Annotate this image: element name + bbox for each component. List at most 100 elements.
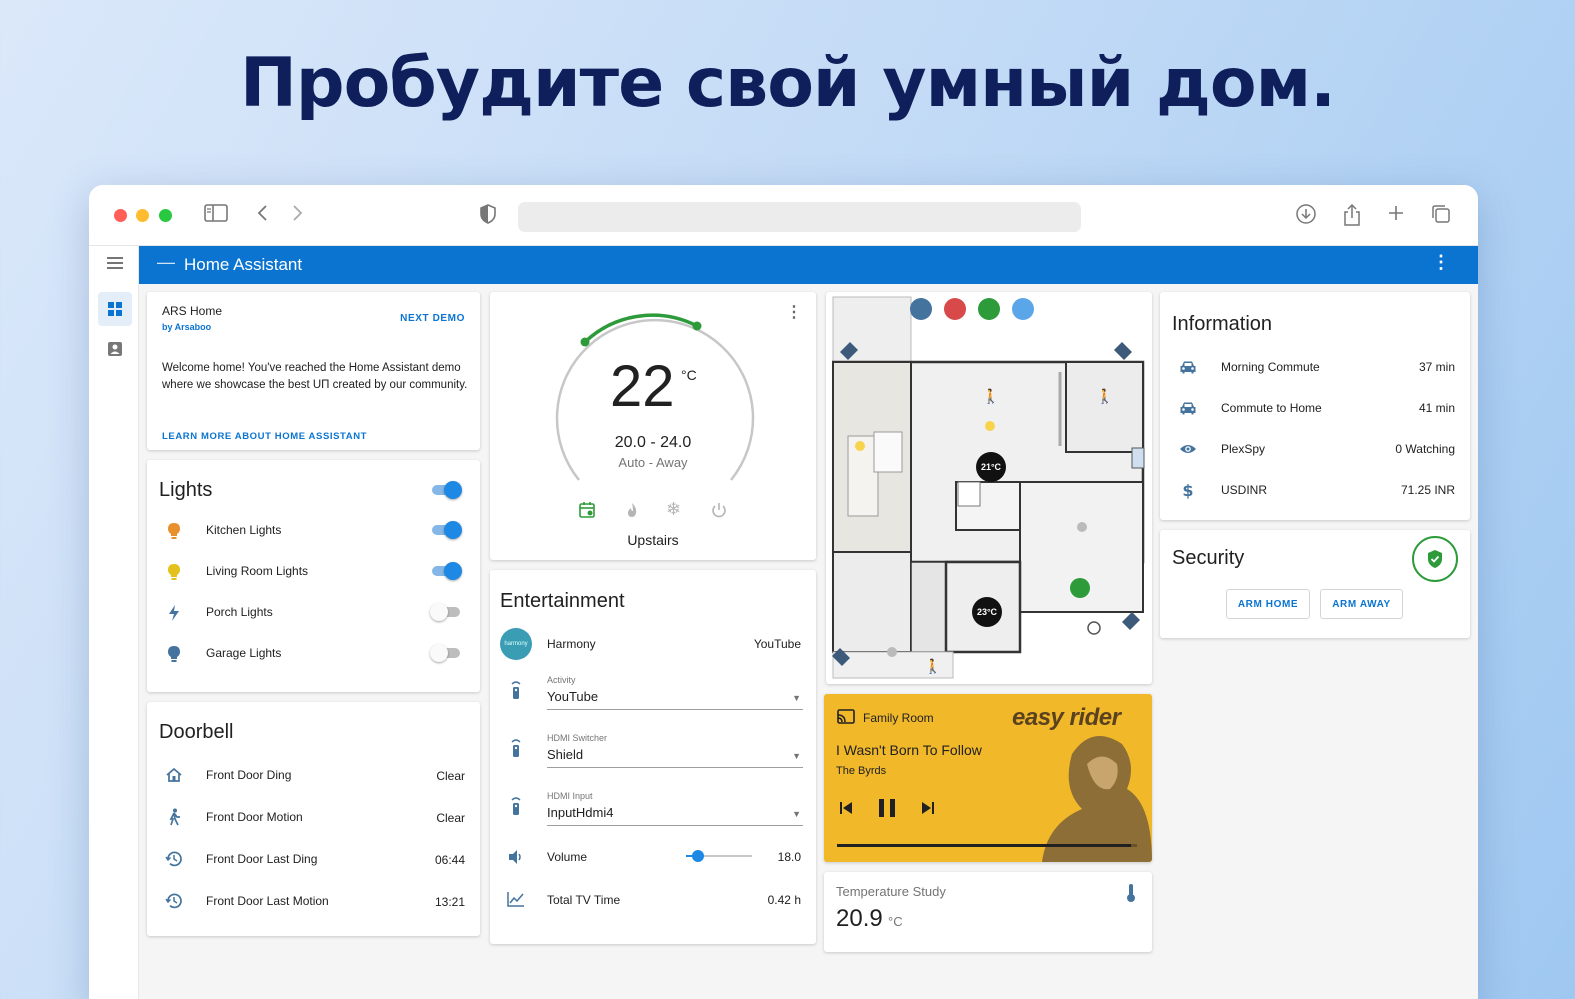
select-value: InputHdmi4: [547, 805, 614, 820]
light-toggle[interactable]: [430, 521, 462, 539]
volume-icon: [505, 846, 527, 868]
sidebar-toggle-icon[interactable]: [204, 203, 228, 229]
select-value: YouTube: [547, 689, 599, 704]
volume-slider[interactable]: [686, 846, 752, 866]
tv-time-value: 0.42 h: [767, 893, 801, 907]
volume-value: 18.0: [777, 850, 801, 864]
info-value: 71.25 INR: [1400, 483, 1455, 497]
temperature-study-card: Temperature Study 20.9 °C: [824, 872, 1152, 952]
calendar-avatar[interactable]: [944, 298, 966, 320]
motion-icon-3: 🚶: [924, 658, 942, 674]
light-toggle[interactable]: [430, 644, 462, 662]
car-icon: [1177, 397, 1199, 419]
select-field[interactable]: Activity YouTube ▼: [547, 675, 803, 711]
light-toggle[interactable]: [430, 603, 462, 621]
new-tab-icon[interactable]: [1386, 203, 1406, 229]
select-label: HDMI Input: [547, 791, 593, 801]
doorbell-value: 06:44: [434, 853, 465, 867]
arm-away-button[interactable]: ARM AWAY: [1320, 589, 1403, 619]
floorplan-card[interactable]: 21°C 23°C 🚶 🚶 🚶: [826, 292, 1152, 684]
forward-icon[interactable]: [290, 203, 304, 229]
share-icon[interactable]: [1342, 203, 1362, 233]
security-card: Security ARM HOME ARM AWAY: [1160, 530, 1470, 638]
tab-overview-icon[interactable]: [1430, 203, 1452, 231]
walk-icon: [163, 806, 185, 828]
lights-title: Lights: [159, 479, 213, 501]
history-icon: [163, 890, 185, 912]
temp-badge-upstairs[interactable]: 21°C: [976, 452, 1006, 482]
chart-line-icon: [505, 888, 527, 910]
security-title: Security: [1172, 547, 1245, 569]
temperature-study-value: 20.9: [836, 905, 883, 932]
lock-avatar[interactable]: [978, 298, 1000, 320]
info-value: 37 min: [1418, 360, 1455, 374]
close-window-button[interactable]: [114, 209, 127, 222]
security-status-indicator[interactable]: [1412, 536, 1458, 582]
select-underline: [547, 825, 803, 826]
remote-icon: [505, 679, 527, 701]
doorbell-value: Clear: [436, 769, 465, 783]
flash-icon: [163, 602, 185, 624]
pause-icon[interactable]: [876, 797, 898, 824]
privacy-shield-icon[interactable]: [479, 203, 497, 231]
light-label: Kitchen Lights: [206, 523, 282, 537]
doorbell-label: Front Door Motion: [206, 810, 303, 824]
album-art-title: easy rider: [1012, 704, 1121, 731]
app-title: Home Assistant: [184, 255, 303, 274]
person-avatar-1[interactable]: [910, 298, 932, 320]
information-card: Information Morning Commute 37 min Commute…: [1160, 292, 1470, 520]
thermostat-card: ⋮ 22 °C 20.0 - 24.0 Auto - Away ❄ Upstai…: [490, 292, 816, 560]
cool-mode-icon[interactable]: ❄: [666, 499, 681, 520]
person-avatar-2[interactable]: [1012, 298, 1034, 320]
address-bar[interactable]: [518, 202, 1081, 232]
learn-more-link[interactable]: LEARN MORE ABOUT HOME ASSISTANT: [162, 431, 367, 442]
cast-icon[interactable]: [836, 709, 856, 730]
media-track: I Wasn't Born To Follow: [836, 742, 982, 758]
thermostat-name: Upstairs: [627, 532, 679, 548]
svg-text:$: $: [1182, 481, 1193, 499]
headline: Пробудите свой умный дом.: [239, 44, 1336, 123]
select-field[interactable]: HDMI Switcher Shield ▼: [547, 733, 803, 769]
back-icon[interactable]: [256, 203, 270, 229]
heat-mode-icon[interactable]: [624, 501, 640, 524]
sidebar-item-map[interactable]: [107, 341, 123, 362]
app-header: — Home Assistant ⋮: [139, 246, 1478, 284]
thermostat-range: 20.0 - 24.0: [614, 434, 692, 451]
minimize-window-button[interactable]: [136, 209, 149, 222]
select-underline: [547, 767, 803, 768]
browser-toolbar: [89, 185, 1478, 246]
auto-mode-icon[interactable]: [578, 501, 596, 524]
doorbell-value: Clear: [436, 811, 465, 825]
light-toggle[interactable]: [430, 562, 462, 580]
previous-track-icon[interactable]: [838, 800, 854, 821]
harmony-logo: harmony: [500, 628, 532, 660]
download-icon[interactable]: [1295, 203, 1317, 231]
maximize-window-button[interactable]: [159, 209, 172, 222]
temperature-study-label: Temperature Study: [836, 884, 946, 899]
motion-icon-2: 🚶: [1096, 388, 1114, 404]
information-title: Information: [1172, 313, 1273, 335]
chevron-down-icon: ▼: [792, 693, 801, 703]
light-label: Living Room Lights: [206, 564, 309, 578]
next-track-icon[interactable]: [920, 800, 936, 821]
volume-handle[interactable]: [691, 850, 704, 862]
arm-home-button[interactable]: ARM HOME: [1226, 589, 1310, 619]
menu-icon[interactable]: [105, 255, 125, 276]
bulb-icon: [163, 520, 185, 542]
select-field[interactable]: HDMI Input InputHdmi4 ▼: [547, 791, 803, 827]
light-label: Porch Lights: [206, 605, 273, 619]
lights-master-toggle[interactable]: [430, 481, 462, 499]
next-demo-button[interactable]: NEXT DEMO: [400, 313, 465, 324]
doorbell-value: 13:21: [434, 895, 465, 909]
temp-badge-downstairs[interactable]: 23°C: [972, 597, 1002, 627]
overflow-menu-icon[interactable]: ⋮: [1432, 252, 1450, 273]
info-label: PlexSpy: [1221, 442, 1266, 456]
sidebar-item-overview[interactable]: [98, 292, 132, 326]
media-progress-fill: [837, 844, 1131, 847]
intro-card: ARS Home by Arsaboo NEXT DEMO Welcome ho…: [147, 292, 480, 450]
dashboard-icon: [107, 301, 123, 322]
thermostat-menu-icon[interactable]: ⋮: [786, 302, 802, 322]
media-progress-track[interactable]: [837, 844, 1137, 847]
light-label: Garage Lights: [206, 646, 282, 660]
power-icon[interactable]: [710, 501, 728, 524]
